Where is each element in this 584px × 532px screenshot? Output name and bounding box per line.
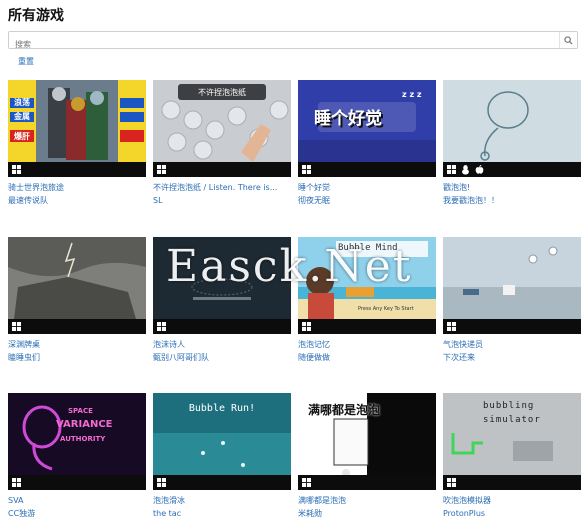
game-card[interactable]: SPACE VARIANCE AUTHORITY SVA CC独游 [8,393,146,519]
game-developer-link[interactable]: CC独游 [8,508,146,519]
platform-bar [153,162,291,177]
game-thumbnail[interactable] [443,237,581,334]
thumb-text: bubbling [483,401,535,411]
game-developer-link[interactable]: 米耗勋 [298,508,436,519]
game-title-link[interactable]: 吹泡泡模拟器 [443,495,573,506]
windows-icon [157,165,166,174]
thumb-text: 金属 [14,112,30,121]
game-card[interactable]: 不许捏泡泡纸 不许捏泡泡纸 / Listen. There is... SL [153,80,291,206]
thumb-text: SPACE [68,407,93,415]
page-title: 所有游戏 [8,8,64,24]
search-input[interactable] [9,36,549,53]
game-thumbnail[interactable]: 满哪都是泡泡 [298,393,436,490]
platform-bar [153,319,291,334]
windows-icon [447,478,456,487]
game-thumbnail[interactable] [443,80,581,177]
game-card[interactable]: 满哪都是泡泡 满哪都是泡泡 米耗勋 [298,393,436,519]
game-developer-link[interactable]: 瞌睡虫们 [8,352,146,363]
game-title-link[interactable]: 泡泡记忆 [298,339,428,350]
game-title-link[interactable]: 戳泡泡! [443,182,573,193]
game-developer-link[interactable]: 下次还来 [443,352,581,363]
game-card[interactable]: 戳泡泡! 我要戳泡泡！！ [443,80,581,206]
game-title-link[interactable]: 气泡快递员 [443,339,573,350]
linux-icon [462,164,469,174]
game-thumbnail[interactable]: Bubble Run! [153,393,291,490]
game-card[interactable]: 睡个好觉 z z z 睡个好觉 彻夜无眠 [298,80,436,206]
game-developer-link[interactable]: 最速传说队 [8,195,146,206]
game-thumbnail[interactable]: 浪荡 金属 爆肝 [8,80,146,177]
game-card[interactable]: 浪荡 金属 爆肝 骑士世界泡旅途 最速传说队 [8,80,146,206]
platform-bar [8,162,146,177]
platform-bar [443,475,581,490]
windows-icon [447,165,456,174]
game-developer-link[interactable]: ProtonPlus [443,508,581,519]
game-title-link[interactable]: 不许捏泡泡纸 / Listen. There is... [153,182,283,193]
game-developer-link[interactable]: 甄别八阿哥们队 [153,352,291,363]
game-thumbnail[interactable]: 不许捏泡泡纸 [153,80,291,177]
game-title-link[interactable]: 满哪都是泡泡 [298,495,428,506]
game-thumbnail[interactable] [153,237,291,334]
game-title-link[interactable]: 泡沫诗人 [153,339,283,350]
windows-icon [157,478,166,487]
platform-bar [298,162,436,177]
game-card[interactable]: 泡沫诗人 甄别八阿哥们队 [153,237,291,363]
thumb-text: 满哪都是泡泡 [308,403,381,417]
apple-icon [475,164,484,174]
thumb-text: simulator [483,415,541,425]
windows-icon [302,165,311,174]
game-developer-link[interactable]: 彻夜无眠 [298,195,436,206]
game-thumbnail[interactable]: 睡个好觉 z z z [298,80,436,177]
platform-bar [8,319,146,334]
game-card[interactable]: Bubble Mind Press Any Key To Start 泡泡记忆 … [298,237,436,363]
thumb-text: 浪荡 [14,98,30,107]
platform-bar [8,475,146,490]
thumb-text: VARIANCE [56,419,113,430]
thumb-text: AUTHORITY [60,435,106,443]
game-title-link[interactable]: 深渊牌桌 [8,339,138,350]
game-title-link[interactable]: 睡个好觉 [298,182,428,193]
windows-icon [447,322,456,331]
search-box[interactable] [8,31,578,53]
search-button[interactable] [559,32,577,48]
platform-bar [443,319,581,334]
platform-bar [298,475,436,490]
game-developer-link[interactable]: 我要戳泡泡！！ [443,195,581,206]
windows-icon [157,322,166,331]
thumb-text: z z z [402,90,422,99]
game-card[interactable]: bubbling simulator 吹泡泡模拟器 ProtonPlus [443,393,581,519]
search-icon [564,35,573,45]
game-thumbnail[interactable] [8,237,146,334]
windows-icon [12,165,21,174]
thumb-text: 睡个好觉 [314,109,382,129]
game-developer-link[interactable]: SL [153,195,291,206]
thumb-text: Bubble Run! [188,403,256,414]
game-title-link[interactable]: 泡泡滑冰 [153,495,283,506]
windows-icon [302,478,311,487]
game-title-link[interactable]: 骑士世界泡旅途 [8,182,138,193]
platform-bar [153,475,291,490]
windows-icon [12,322,21,331]
thumb-text: 爆肝 [14,132,30,141]
platform-bar [298,319,436,334]
game-card[interactable]: 气泡快递员 下次还来 [443,237,581,363]
game-developer-link[interactable]: 随便做做 [298,352,436,363]
game-thumbnail[interactable]: Bubble Mind Press Any Key To Start [298,237,436,334]
game-title-link[interactable]: SVA [8,495,138,506]
game-card[interactable]: 深渊牌桌 瞌睡虫们 [8,237,146,363]
windows-icon [302,322,311,331]
thumb-text: Press Any Key To Start [358,306,414,312]
reset-link[interactable]: 重置 [18,56,34,67]
platform-bar [443,162,581,177]
windows-icon [12,478,21,487]
game-thumbnail[interactable]: bubbling simulator [443,393,581,490]
game-thumbnail[interactable]: SPACE VARIANCE AUTHORITY [8,393,146,490]
thumb-text: 不许捏泡泡纸 [198,88,246,97]
game-card[interactable]: Bubble Run! 泡泡滑冰 the tac [153,393,291,519]
thumb-text: Bubble Mind [338,243,398,253]
game-developer-link[interactable]: the tac [153,508,291,519]
